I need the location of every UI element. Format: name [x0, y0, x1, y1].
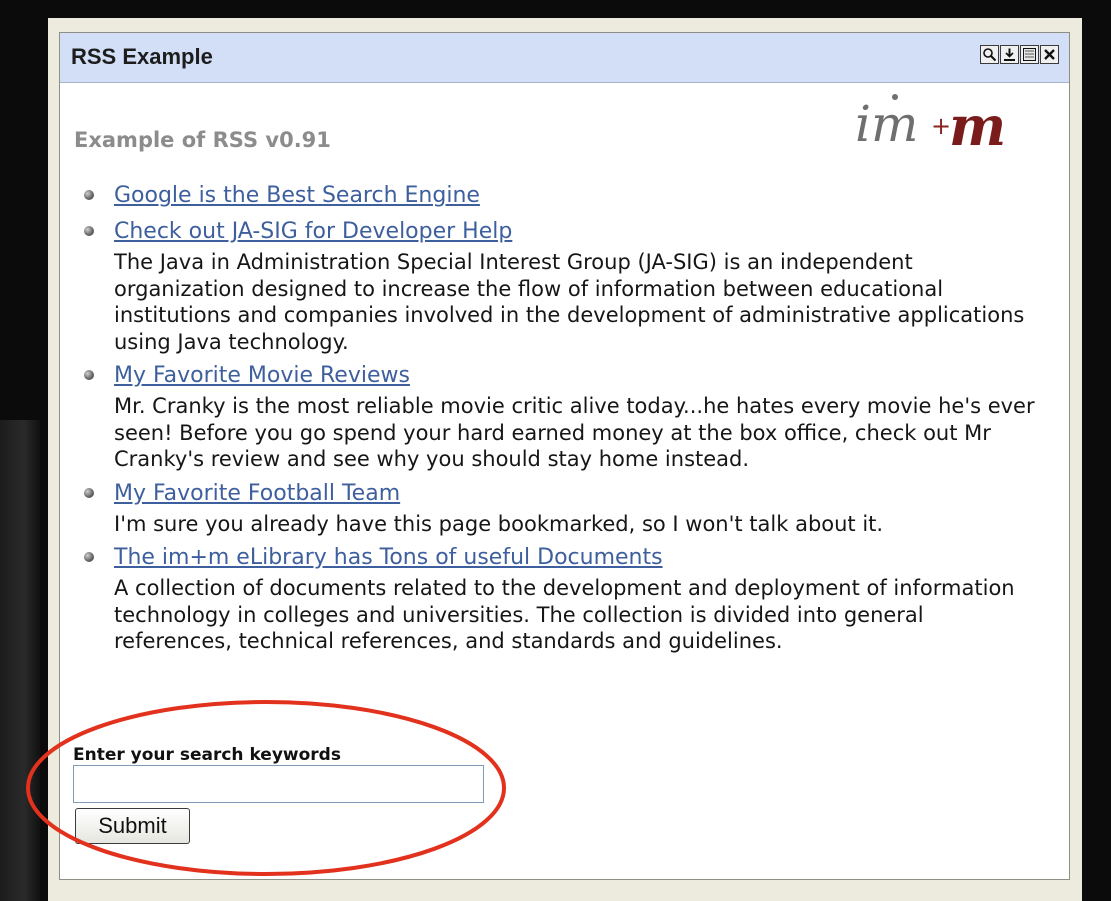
feed-title: Example of RSS v0.91	[74, 128, 331, 152]
rss-portlet: RSS Example im + m Example of RSS v0.91	[59, 32, 1070, 880]
maximize-icon[interactable]	[1020, 45, 1039, 64]
feed-item-description: The Java in Administration Special Inter…	[114, 250, 1025, 354]
window-controls	[980, 45, 1059, 64]
feed-item-description: I'm sure you already have this page book…	[114, 511, 884, 536]
bullet-icon	[84, 487, 94, 498]
download-icon[interactable]	[1000, 45, 1019, 64]
bullet-icon	[84, 226, 94, 236]
feed-item-description: Mr. Cranky is the most reliable movie cr…	[114, 394, 1035, 471]
feed-item-link[interactable]: Check out JA-SIG for Developer Help	[114, 217, 1044, 247]
portlet-titlebar: RSS Example	[60, 33, 1069, 83]
search-icon[interactable]	[980, 45, 999, 64]
feed-item-description: A collection of documents related to the…	[114, 576, 1015, 653]
feed-item-list: Google is the Best Search Engine Check o…	[84, 181, 1044, 661]
feed-item: The im+m eLibrary has Tons of useful Doc…	[84, 543, 1044, 655]
feed-item-link[interactable]: Google is the Best Search Engine	[114, 181, 1044, 211]
feed-item-link[interactable]: My Favorite Movie Reviews	[114, 361, 1044, 391]
feed-item: My Favorite Football Team I'm sure you a…	[84, 479, 1044, 538]
close-icon[interactable]	[1040, 45, 1059, 64]
im-m-logo: im + m	[853, 89, 1033, 159]
feed-item-link[interactable]: The im+m eLibrary has Tons of useful Doc…	[114, 543, 1044, 573]
portlet-title: RSS Example	[71, 44, 213, 69]
feed-item: My Favorite Movie Reviews Mr. Cranky is …	[84, 361, 1044, 473]
bullet-icon	[84, 190, 94, 200]
feed-item-link[interactable]: My Favorite Football Team	[114, 479, 1044, 509]
search-input[interactable]	[73, 765, 484, 803]
submit-button[interactable]: Submit	[75, 808, 190, 844]
feed-item: Google is the Best Search Engine	[84, 181, 1044, 211]
bullet-icon	[84, 552, 94, 562]
svg-text:im: im	[855, 95, 918, 153]
bullet-icon	[84, 370, 94, 380]
background-strip	[0, 420, 40, 901]
svg-text:m: m	[949, 94, 1006, 158]
search-label: Enter your search keywords	[73, 745, 341, 765]
feed-item: Check out JA-SIG for Developer Help The …	[84, 217, 1044, 355]
